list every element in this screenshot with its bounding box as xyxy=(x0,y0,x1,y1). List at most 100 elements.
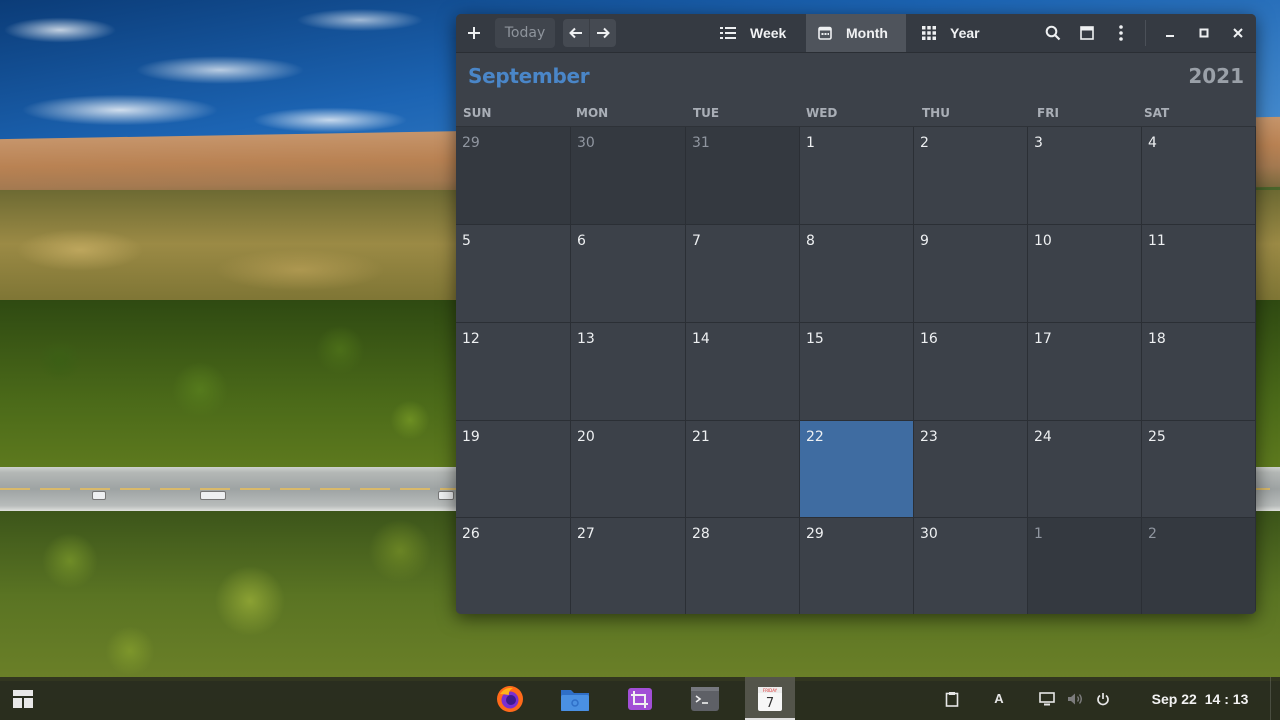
day-cell[interactable]: 18 xyxy=(1142,323,1256,421)
day-cell[interactable]: 16 xyxy=(914,323,1028,421)
day-number: 12 xyxy=(462,331,480,347)
day-cell[interactable]: 11 xyxy=(1142,225,1256,323)
search-button[interactable] xyxy=(1039,18,1067,48)
day-cell[interactable]: 15 xyxy=(800,323,914,421)
app-menu-button[interactable] xyxy=(6,677,40,720)
day-cell[interactable]: 17 xyxy=(1028,323,1142,421)
volume-button[interactable] xyxy=(1063,677,1087,720)
day-cell[interactable]: 30 xyxy=(571,127,686,225)
day-cell[interactable]: 7 xyxy=(686,225,800,323)
day-cell[interactable]: 27 xyxy=(571,518,686,614)
day-cell[interactable]: 30 xyxy=(914,518,1028,614)
close-icon xyxy=(1233,28,1243,38)
next-month-button[interactable] xyxy=(589,19,615,47)
day-number: 17 xyxy=(1034,331,1052,347)
firefox-icon xyxy=(497,685,523,712)
add-event-button[interactable] xyxy=(462,18,486,48)
today-button[interactable]: Today xyxy=(495,18,555,48)
weekday-label: WED xyxy=(806,106,838,120)
day-cell[interactable]: 26 xyxy=(456,518,571,614)
day-number: 13 xyxy=(577,331,595,347)
calendar-icon: FRIDAY 7 xyxy=(758,686,782,711)
volume-icon xyxy=(1068,693,1082,704)
tab-month-label: Month xyxy=(846,25,888,41)
day-cell[interactable]: 8 xyxy=(800,225,914,323)
power-button[interactable] xyxy=(1091,677,1115,720)
day-number: 3 xyxy=(1034,135,1043,151)
day-cell[interactable]: 31 xyxy=(686,127,800,225)
day-cell[interactable]: 29 xyxy=(456,127,571,225)
day-cell[interactable]: 1 xyxy=(1028,518,1142,614)
year-title: 2021 xyxy=(1188,64,1244,88)
day-cell[interactable]: 14 xyxy=(686,323,800,421)
day-cell[interactable]: 13 xyxy=(571,323,686,421)
grid-year-icon xyxy=(922,26,936,40)
close-button[interactable] xyxy=(1224,18,1252,48)
day-number: 20 xyxy=(577,429,595,445)
day-cell[interactable]: 23 xyxy=(914,421,1028,518)
maximize-icon xyxy=(1199,28,1209,38)
screenshot-launcher[interactable] xyxy=(620,677,660,720)
day-number: 24 xyxy=(1034,429,1052,445)
keyboard-layout-indicator[interactable]: A xyxy=(988,677,1010,720)
arrow-left-icon xyxy=(569,27,582,39)
day-cell-today[interactable]: 22 xyxy=(800,421,914,518)
day-cell[interactable]: 10 xyxy=(1028,225,1142,323)
day-number: 16 xyxy=(920,331,938,347)
day-cell[interactable]: 1 xyxy=(800,127,914,225)
tab-year-label: Year xyxy=(950,25,980,41)
day-cell[interactable]: 3 xyxy=(1028,127,1142,225)
manage-calendars-button[interactable] xyxy=(1073,18,1101,48)
tab-week[interactable]: Week xyxy=(712,14,806,52)
minimize-button[interactable] xyxy=(1156,18,1184,48)
tab-month[interactable]: Month xyxy=(806,14,906,52)
day-cell[interactable]: 9 xyxy=(914,225,1028,323)
day-cell[interactable]: 19 xyxy=(456,421,571,518)
day-cell[interactable]: 2 xyxy=(914,127,1028,225)
more-menu-button[interactable] xyxy=(1107,18,1135,48)
day-number: 27 xyxy=(577,526,595,542)
calendar-window: Today Week Month Year September 2021 SUN… xyxy=(456,14,1256,614)
weekday-label: MON xyxy=(576,106,609,120)
day-number: 2 xyxy=(1148,526,1157,542)
day-cell[interactable]: 6 xyxy=(571,225,686,323)
files-icon xyxy=(561,689,589,711)
day-number: 1 xyxy=(806,135,815,151)
maximize-button[interactable] xyxy=(1190,18,1218,48)
clock[interactable]: Sep 22 14 : 13 xyxy=(1150,677,1250,720)
firefox-launcher[interactable] xyxy=(490,677,530,720)
day-number: 9 xyxy=(920,233,929,249)
day-number: 31 xyxy=(692,135,710,151)
day-cell[interactable]: 28 xyxy=(686,518,800,614)
day-number: 30 xyxy=(920,526,938,542)
calendars-icon xyxy=(1080,26,1094,40)
day-cell[interactable]: 29 xyxy=(800,518,914,614)
day-cell[interactable]: 24 xyxy=(1028,421,1142,518)
day-number: 26 xyxy=(462,526,480,542)
terminal-launcher[interactable] xyxy=(685,677,725,720)
tab-year[interactable]: Year xyxy=(906,14,996,52)
day-cell[interactable]: 20 xyxy=(571,421,686,518)
day-number: 7 xyxy=(692,233,701,249)
day-number: 28 xyxy=(692,526,710,542)
day-cell[interactable]: 2 xyxy=(1142,518,1256,614)
clipboard-button[interactable] xyxy=(940,677,964,720)
day-number: 25 xyxy=(1148,429,1166,445)
day-number: 21 xyxy=(692,429,710,445)
files-launcher[interactable] xyxy=(555,677,595,720)
headerbar: Today Week Month Year xyxy=(456,14,1256,53)
day-cell[interactable]: 21 xyxy=(686,421,800,518)
previous-month-button[interactable] xyxy=(563,19,589,47)
display-settings-button[interactable] xyxy=(1035,677,1059,720)
app-menu-icon xyxy=(13,689,33,708)
weekday-label: SUN xyxy=(463,106,492,120)
weekday-label: SAT xyxy=(1144,106,1170,120)
day-cell[interactable]: 5 xyxy=(456,225,571,323)
day-cell[interactable]: 12 xyxy=(456,323,571,421)
day-number: 29 xyxy=(806,526,824,542)
day-cell[interactable]: 25 xyxy=(1142,421,1256,518)
calendar-launcher[interactable]: FRIDAY 7 xyxy=(745,677,795,720)
day-cell[interactable]: 4 xyxy=(1142,127,1256,225)
day-number: 14 xyxy=(692,331,710,347)
week-list-icon xyxy=(720,27,736,39)
